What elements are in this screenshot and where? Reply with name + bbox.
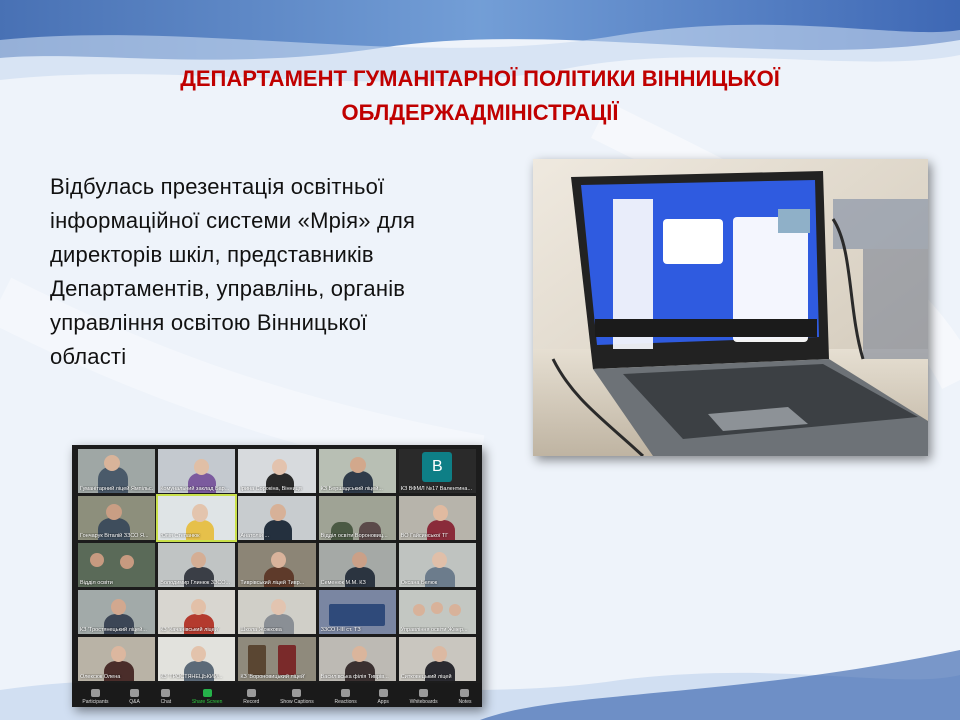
- chat-icon: [161, 689, 171, 697]
- participant-tile: Василівська філія Тиврів...: [318, 637, 396, 681]
- participant-tile: Ситковецький ліцей: [398, 637, 476, 681]
- participant-name: Ситковецький ліцей: [400, 674, 452, 680]
- share-screen-button[interactable]: Share Screen: [192, 689, 222, 705]
- participant-name: КЗ Бершадський ліцей...: [320, 486, 383, 492]
- participant-name: КЗ 'Качанівський ліцей': [160, 627, 219, 633]
- participant-tile: ВО Гайсинської ТГ: [398, 496, 476, 540]
- avatar: B: [422, 452, 453, 483]
- participant-grid: Гуманітарний ліцей Ямпільс... Комунальни…: [78, 449, 476, 681]
- participant-tile: Відділ освіти: [78, 543, 156, 587]
- reactions-icon: [341, 689, 351, 697]
- zoom-toolbar: Participants Q&A Chat Share Screen Recor…: [72, 683, 482, 707]
- participant-tile: КЗ 'Вороновицький ліцей': [238, 637, 316, 681]
- participant-tile: Комунальний заклад Бар...: [158, 449, 236, 493]
- participant-name: ВО Гайсинської ТГ: [400, 533, 449, 539]
- participant-name: Комунальний заклад Бар...: [160, 486, 230, 492]
- participant-tile: Школа Жожкова: [238, 590, 316, 634]
- participant-tile: Відділ освіти Вороновиц...: [318, 496, 396, 540]
- notes-button[interactable]: Notes: [458, 689, 472, 705]
- record-button[interactable]: Record: [243, 689, 259, 705]
- body-line: інформаційної системи «Мрія» для: [50, 208, 416, 233]
- notes-icon: [460, 689, 470, 697]
- title-line-1: ДЕПАРТАМЕНТ ГУМАНІТАРНОЇ ПОЛІТИКИ ВІННИЦ…: [180, 66, 780, 91]
- participant-name: КЗ ВФМЛ №17 Валентина...: [400, 486, 473, 492]
- whiteboards-button[interactable]: Whiteboards: [410, 689, 438, 705]
- participant-name: Оксана Белюк: [400, 580, 438, 586]
- participant-name: Управління освіти Жмер...: [400, 627, 468, 633]
- body-line: Відбулась презентація освітньої: [50, 174, 385, 199]
- participant-tile: Юлія Степанюк: [156, 494, 238, 542]
- title-line-2: ОБЛДЕРЖАДМІНІСТРАЦІЇ: [341, 100, 619, 125]
- participant-tile: КЗ 'Тростянецький ліцей...: [78, 590, 156, 634]
- chat-button[interactable]: Chat: [161, 689, 171, 705]
- participant-tile: B КЗ ВФМЛ №17 Валентина...: [398, 449, 476, 493]
- reactions-button[interactable]: Reactions: [334, 689, 357, 705]
- participant-name: Гончарук Віталій ЗЗСО Я...: [80, 533, 149, 539]
- body-line: Департаментів, управлінь, органів: [50, 276, 406, 301]
- participant-tile: Олексюк Олена: [78, 637, 156, 681]
- participant-name: Відділ освіти Вороновиц...: [320, 533, 388, 539]
- body-line: управління освітою Вінницької: [50, 310, 368, 335]
- participant-tile: КЗ Бершадський ліцей...: [318, 449, 396, 493]
- participants-icon: [90, 689, 100, 697]
- participant-name: КЗ 'Тростянецький ліцей...: [80, 627, 147, 633]
- qa-icon: [130, 689, 140, 697]
- participant-name: Ірина Сорокіна, Вінниця: [240, 486, 302, 492]
- share-screen-icon: [202, 689, 212, 697]
- participant-tile: ЗЗСО І-ІІІ ст. ТЗ: [318, 590, 396, 634]
- record-icon: [246, 689, 256, 697]
- participant-name: Школа Жожкова: [240, 627, 282, 633]
- participant-tile: Управління освіти Жмер...: [398, 590, 476, 634]
- captions-icon: [292, 689, 302, 697]
- participant-name: КЗ 'Вороновицький ліцей': [240, 674, 306, 680]
- participant-name: Анатолій ...: [240, 533, 270, 539]
- apps-button[interactable]: Apps: [377, 689, 389, 705]
- participant-tile: Семенюк М.М. КЗ: [318, 543, 396, 587]
- body-line: області: [50, 344, 127, 369]
- captions-button[interactable]: Show Captions: [280, 689, 314, 705]
- participant-name: ЗЗСО І-ІІІ ст. ТЗ: [320, 627, 361, 633]
- apps-icon: [378, 689, 388, 697]
- laptop-photo: [533, 159, 928, 456]
- participant-tile: Ірина Сорокіна, Вінниця: [238, 449, 316, 493]
- participant-name: Володимир Глинюк ЗЗСО...: [160, 580, 231, 586]
- participant-name: Гуманітарний ліцей Ямпільс...: [80, 486, 154, 492]
- participant-name: Тиврівський ліцей Тивр...: [240, 580, 305, 586]
- participant-name: Олексюк Олена: [80, 674, 121, 680]
- participant-tile: КЗ 'ТРОСТЯНЕЦЬКИЙ...: [158, 637, 236, 681]
- participant-name: Відділ освіти: [80, 580, 113, 586]
- participant-name: КЗ 'ТРОСТЯНЕЦЬКИЙ...: [160, 674, 223, 680]
- participant-tile: Анатолій ...: [238, 496, 316, 540]
- participant-tile: Тиврівський ліцей Тивр...: [238, 543, 316, 587]
- participants-button[interactable]: Participants: [82, 689, 109, 705]
- slide-title: ДЕПАРТАМЕНТ ГУМАНІТАРНОЇ ПОЛІТИКИ ВІННИЦ…: [100, 62, 860, 130]
- whiteboards-icon: [419, 689, 429, 697]
- participant-name: Василівська філія Тиврів...: [320, 674, 389, 680]
- participant-tile: Гуманітарний ліцей Ямпільс...: [78, 449, 156, 493]
- participant-name: Семенюк М.М. КЗ: [320, 580, 366, 586]
- body-line: директорів шкіл, представників: [50, 242, 374, 267]
- participant-name: Юлія Степанюк: [160, 533, 200, 539]
- participant-tile: КЗ 'Качанівський ліцей': [158, 590, 236, 634]
- zoom-meeting-screenshot: Гуманітарний ліцей Ямпільс... Комунальни…: [72, 445, 482, 707]
- participant-tile: Гончарук Віталій ЗЗСО Я...: [78, 496, 156, 540]
- participant-tile: Оксана Белюк: [398, 543, 476, 587]
- participant-tile: Володимир Глинюк ЗЗСО...: [158, 543, 236, 587]
- qa-button[interactable]: Q&A: [129, 689, 140, 705]
- slide-body-text: Відбулась презентація освітньої інформац…: [50, 170, 510, 374]
